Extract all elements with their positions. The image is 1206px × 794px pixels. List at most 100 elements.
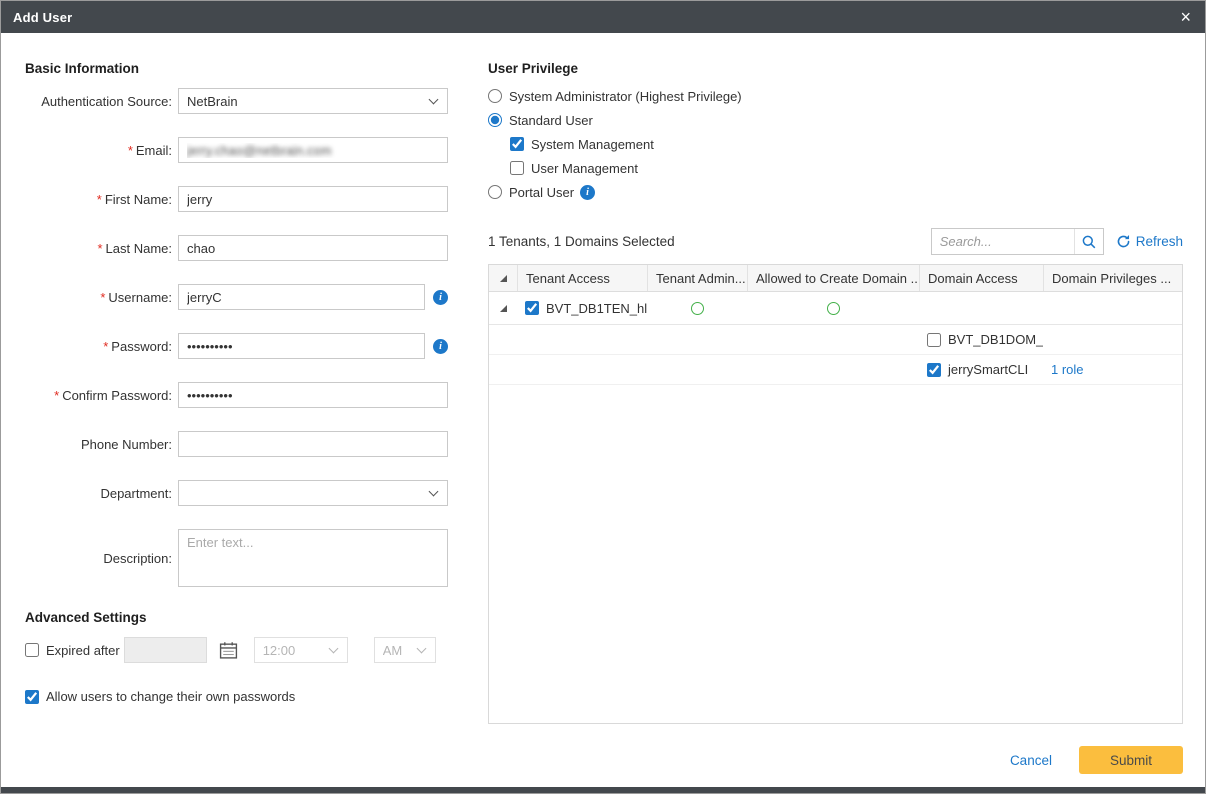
portal-user-radio[interactable] xyxy=(488,185,502,199)
auth-source-row: Authentication Source: NetBrain xyxy=(25,88,448,114)
radio-portal-user[interactable]: Portal User i xyxy=(488,182,1183,202)
role-count-link[interactable]: 1 role xyxy=(1051,362,1084,377)
domain-name: BVT_DB1DOM_1m xyxy=(948,332,1043,347)
first-name-row: *First Name: xyxy=(25,186,448,212)
domain-privileges-cell xyxy=(1043,325,1182,354)
basic-info-heading: Basic Information xyxy=(25,61,448,76)
col-domain-privileges[interactable]: Domain Privileges ... xyxy=(1043,265,1182,291)
domain-name: jerrySmartCLI xyxy=(948,362,1028,377)
confirm-password-label: *Confirm Password: xyxy=(25,388,172,403)
user-management-row[interactable]: User Management xyxy=(510,158,1183,178)
header-expand-cell[interactable] xyxy=(489,265,517,291)
password-field[interactable] xyxy=(178,333,425,359)
dialog-bottom-edge xyxy=(1,787,1205,793)
calendar-icon[interactable] xyxy=(219,641,238,660)
chevron-down-icon xyxy=(416,644,426,654)
auth-source-select[interactable]: NetBrain xyxy=(178,88,448,114)
standard-user-radio[interactable] xyxy=(488,113,502,127)
domain-access-cell: BVT_DB1DOM_1m xyxy=(919,325,1043,354)
standard-user-label: Standard User xyxy=(509,113,593,128)
refresh-label: Refresh xyxy=(1136,234,1183,249)
expired-date-field[interactable] xyxy=(124,637,207,663)
allowed-create-domain-status-icon[interactable] xyxy=(827,302,840,315)
system-administrator-label: System Administrator (Highest Privilege) xyxy=(509,89,742,104)
col-allowed-create-domain[interactable]: Allowed to Create Domain ... xyxy=(747,265,919,291)
expired-after-label: Expired after xyxy=(46,643,120,658)
description-label: Description: xyxy=(25,551,172,566)
confirm-password-field[interactable] xyxy=(178,382,448,408)
confirm-password-row: *Confirm Password: xyxy=(25,382,448,408)
username-info-icon[interactable]: i xyxy=(433,290,448,305)
refresh-icon xyxy=(1116,234,1131,249)
description-field[interactable] xyxy=(178,529,448,587)
system-management-label: System Management xyxy=(531,137,654,152)
close-icon[interactable]: × xyxy=(1180,8,1191,26)
allow-change-password-label: Allow users to change their own password… xyxy=(46,689,295,704)
selection-summary: 1 Tenants, 1 Domains Selected xyxy=(488,234,675,249)
expired-time-select[interactable]: 12:00 xyxy=(254,637,348,663)
dialog-footer: Cancel Submit xyxy=(488,746,1183,774)
expired-after-row: Expired after 12:00 AM xyxy=(25,637,448,663)
password-row: *Password: i xyxy=(25,333,448,359)
system-management-checkbox[interactable] xyxy=(510,137,524,151)
refresh-button[interactable]: Refresh xyxy=(1116,234,1183,249)
user-privilege-pane: User Privilege System Administrator (Hig… xyxy=(488,61,1183,774)
allow-change-password-checkbox[interactable] xyxy=(25,690,39,704)
search-button[interactable] xyxy=(1074,229,1103,254)
domain-access-checkbox[interactable] xyxy=(927,363,941,377)
department-label: Department: xyxy=(25,486,172,501)
domain-row-1: BVT_DB1DOM_1m xyxy=(489,325,1182,355)
summary-right-controls: Refresh xyxy=(931,228,1183,255)
radio-system-administrator[interactable]: System Administrator (Highest Privilege) xyxy=(488,86,1183,106)
user-management-label: User Management xyxy=(531,161,638,176)
col-tenant-access[interactable]: Tenant Access xyxy=(517,265,647,291)
password-info-icon[interactable]: i xyxy=(433,339,448,354)
user-management-checkbox[interactable] xyxy=(510,161,524,175)
collapse-row-icon xyxy=(500,305,507,312)
domain-access-checkbox[interactable] xyxy=(927,333,941,347)
domain-row-2: jerrySmartCLI 1 role xyxy=(489,355,1182,385)
expired-ampm-select[interactable]: AM xyxy=(374,637,436,663)
system-administrator-radio[interactable] xyxy=(488,89,502,103)
phone-label: Phone Number: xyxy=(25,437,172,452)
chevron-down-icon xyxy=(328,644,338,654)
submit-button[interactable]: Submit xyxy=(1079,746,1183,774)
col-domain-access[interactable]: Domain Access xyxy=(919,265,1043,291)
username-field[interactable] xyxy=(178,284,425,310)
department-select[interactable] xyxy=(178,480,448,506)
tenant-admin-status-icon[interactable] xyxy=(691,302,704,315)
email-field[interactable] xyxy=(178,137,448,163)
tenant-search-box xyxy=(931,228,1104,255)
username-row: *Username: i xyxy=(25,284,448,310)
system-management-row[interactable]: System Management xyxy=(510,134,1183,154)
search-input[interactable] xyxy=(932,234,1074,249)
domain-privileges-cell: 1 role xyxy=(1043,355,1182,384)
col-tenant-admin[interactable]: Tenant Admin... xyxy=(647,265,747,291)
email-row: *Email: xyxy=(25,137,448,163)
password-label: *Password: xyxy=(25,339,172,354)
first-name-field[interactable] xyxy=(178,186,448,212)
allowed-create-domain-cell xyxy=(747,292,919,324)
portal-user-info-icon[interactable]: i xyxy=(580,185,595,200)
expired-after-checkbox[interactable] xyxy=(25,643,39,657)
basic-info-pane: Basic Information Authentication Source:… xyxy=(25,61,448,774)
domain-access-cell: jerrySmartCLI xyxy=(919,355,1043,384)
tenant-domain-access-cell xyxy=(919,292,1043,324)
last-name-row: *Last Name: xyxy=(25,235,448,261)
phone-row: Phone Number: xyxy=(25,431,448,457)
first-name-label: *First Name: xyxy=(25,192,172,207)
tenant-domain-table: Tenant Access Tenant Admin... Allowed to… xyxy=(488,264,1183,724)
portal-user-label: Portal User xyxy=(509,185,574,200)
chevron-down-icon xyxy=(429,487,439,497)
description-row: Description: xyxy=(25,529,448,587)
tenant-access-cell: BVT_DB1TEN_hlu! xyxy=(517,292,647,324)
department-row: Department: xyxy=(25,480,448,506)
dialog-titlebar: Add User × xyxy=(1,1,1205,33)
cancel-button[interactable]: Cancel xyxy=(1010,753,1052,768)
tenant-access-checkbox[interactable] xyxy=(525,301,539,315)
phone-field[interactable] xyxy=(178,431,448,457)
radio-standard-user[interactable]: Standard User xyxy=(488,110,1183,130)
tenant-expand-cell[interactable] xyxy=(489,292,517,324)
advanced-settings-heading: Advanced Settings xyxy=(25,610,448,625)
last-name-field[interactable] xyxy=(178,235,448,261)
